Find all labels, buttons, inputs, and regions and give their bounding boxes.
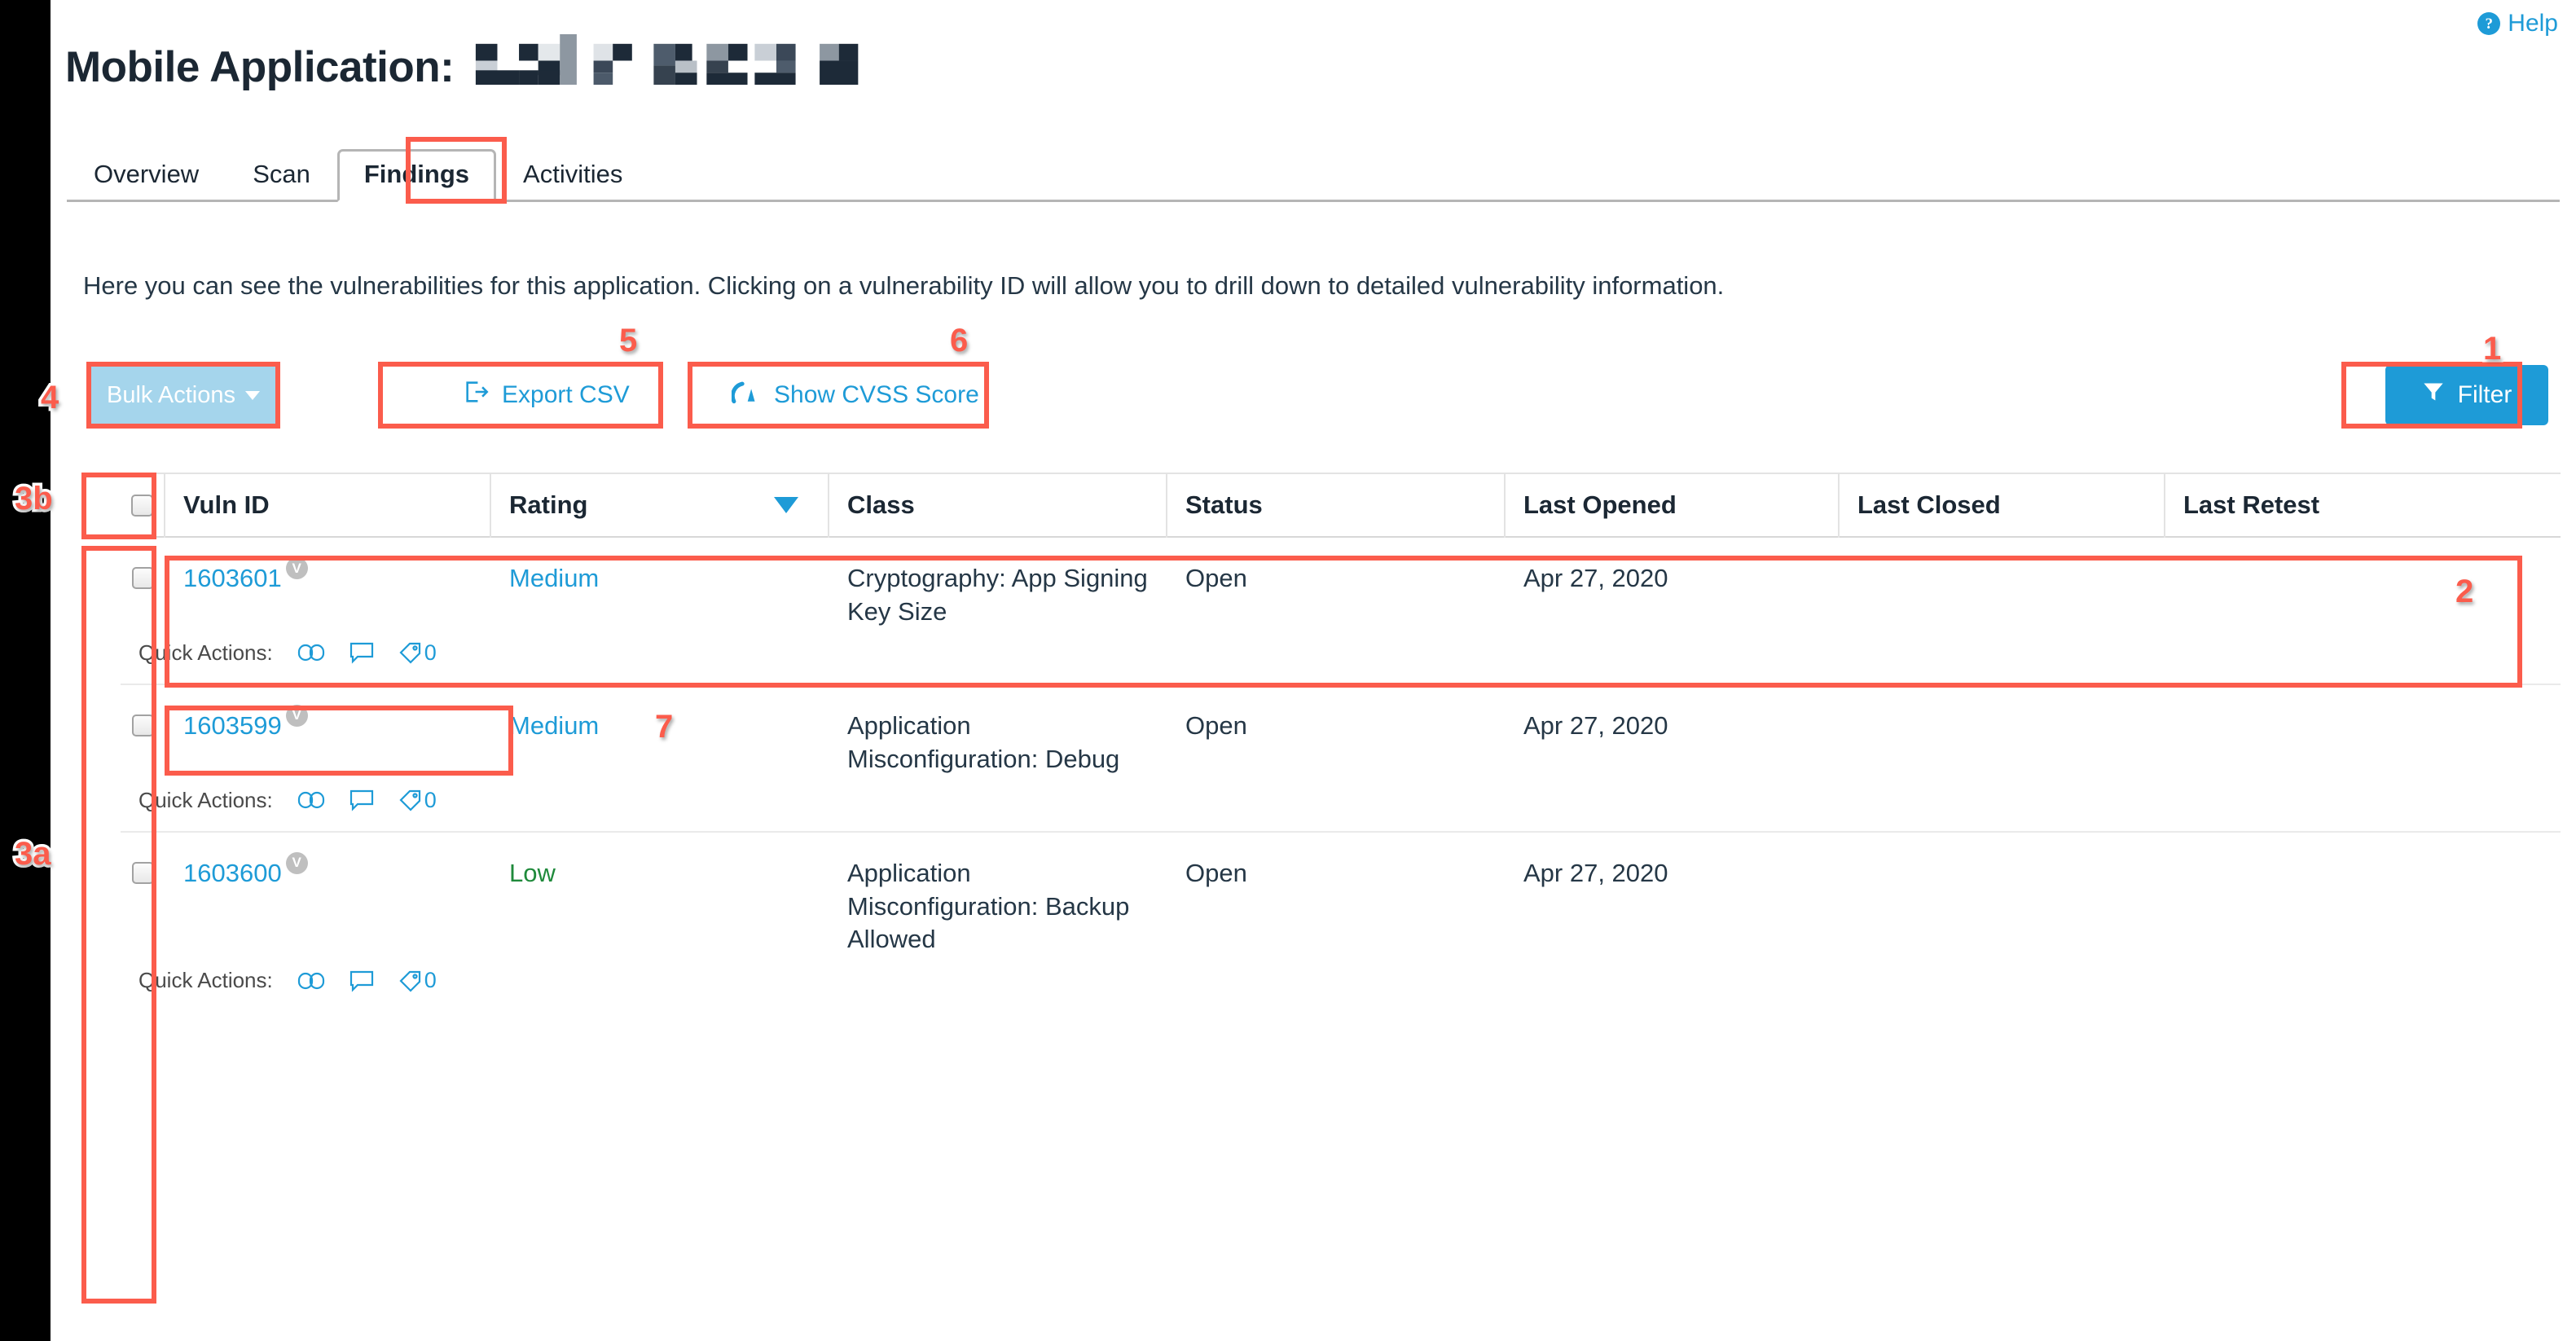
cell-class: Application Misconfiguration: Debug — [847, 710, 1120, 773]
comment-icon[interactable] — [349, 641, 374, 664]
question-circle-icon: ? — [2477, 12, 2501, 35]
filter-label: Filter — [2457, 381, 2512, 408]
quick-actions-label: Quick Actions: — [138, 640, 273, 665]
select-all-checkbox[interactable] — [131, 494, 153, 517]
tab-findings[interactable]: Findings — [336, 149, 497, 202]
cell-class: Cryptography: App Signing Key Size — [847, 564, 1148, 626]
bulk-actions-label: Bulk Actions — [107, 381, 235, 408]
tag-icon[interactable]: 0 — [398, 640, 437, 666]
cell-rating: Medium — [509, 564, 600, 592]
cell-last-closed — [1840, 538, 2165, 629]
export-csv-label: Export CSV — [502, 381, 630, 408]
tab-scan[interactable]: Scan — [226, 149, 337, 202]
table-header-row: Vuln ID Rating Class Status Last Opened … — [121, 473, 2561, 538]
vuln-id-link[interactable]: 1603600 — [183, 859, 282, 887]
cell-last-closed — [1840, 833, 2165, 957]
export-csv-button[interactable]: Export CSV — [458, 365, 635, 425]
export-icon — [463, 378, 490, 412]
page-title: Mobile Application: — [65, 31, 881, 92]
tag-icon[interactable]: 0 — [398, 968, 437, 993]
cell-last-opened: Apr 27, 2020 — [1523, 564, 1668, 592]
quick-actions-row: Quick Actions: 0 — [121, 776, 2561, 831]
cell-status: Open — [1185, 564, 1247, 592]
tab-overview[interactable]: Overview — [67, 149, 226, 202]
cell-class: Application Misconfiguration: Backup All… — [847, 858, 1130, 954]
findings-table: Vuln ID Rating Class Status Last Opened … — [121, 473, 2561, 1011]
filter-button[interactable]: Filter — [2385, 365, 2548, 425]
annotation-marker-3b: 3b — [12, 480, 56, 518]
link-icon[interactable] — [297, 970, 325, 991]
annotation-marker-6: 6 — [947, 322, 970, 360]
show-cvss-score-button[interactable]: Show CVSS Score — [727, 365, 984, 425]
caret-down-icon — [244, 390, 260, 400]
redacted-application-name — [465, 34, 881, 85]
tag-count: 0 — [424, 787, 437, 812]
speedometer-icon — [730, 378, 763, 412]
sort-descending-icon — [774, 497, 798, 513]
vuln-id-link[interactable]: 1603601 — [183, 564, 282, 592]
help-link[interactable]: ? Help — [2477, 11, 2558, 36]
link-icon[interactable] — [297, 642, 325, 663]
row-checkbox[interactable] — [132, 567, 154, 589]
tag-count: 0 — [424, 640, 437, 665]
column-header-vuln-id[interactable]: Vuln ID — [165, 473, 491, 538]
column-header-class[interactable]: Class — [829, 473, 1167, 538]
quick-actions-row: Quick Actions: 0 — [121, 629, 2561, 684]
row-checkbox-cell — [121, 833, 165, 957]
table-row: 1603601 V Medium Cryptography: App Signin… — [121, 538, 2561, 685]
verified-badge-icon: V — [285, 852, 308, 875]
cell-status: Open — [1185, 710, 1247, 740]
bulk-actions-button[interactable]: Bulk Actions — [90, 365, 277, 425]
row-checkbox[interactable] — [132, 714, 154, 736]
column-header-last-opened[interactable]: Last Opened — [1506, 473, 1840, 538]
column-header-last-closed[interactable]: Last Closed — [1840, 473, 2165, 538]
cell-last-retest — [2165, 538, 2561, 629]
tab-activities[interactable]: Activities — [496, 149, 649, 202]
cell-rating: Low — [509, 858, 556, 887]
tag-icon[interactable]: 0 — [398, 788, 437, 813]
link-icon[interactable] — [297, 789, 325, 811]
cell-vuln-id: 1603599 V — [165, 685, 491, 776]
column-header-status[interactable]: Status — [1167, 473, 1506, 538]
page-description: Here you can see the vulnerabilities for… — [83, 271, 1725, 300]
select-all-checkbox-cell — [121, 473, 165, 538]
vuln-id-link[interactable]: 1603599 — [183, 711, 282, 740]
tab-bar: Overview Scan Findings Activities — [67, 140, 2560, 202]
table-row: 1603599 V Medium Application Misconfigura… — [121, 685, 2561, 833]
cell-last-closed — [1840, 685, 2165, 776]
annotation-marker-5: 5 — [616, 322, 640, 360]
table-row: 1603600 V Low Application Misconfiguratio… — [121, 833, 2561, 1012]
cell-vuln-id: 1603601 V — [165, 538, 491, 629]
cell-vuln-id: 1603600 V — [165, 833, 491, 957]
quick-actions-label: Quick Actions: — [138, 787, 273, 812]
tag-count: 0 — [424, 968, 437, 993]
findings-toolbar: Bulk Actions Export CSV Show CVSS Score — [51, 358, 2576, 432]
cell-last-opened: Apr 27, 2020 — [1523, 710, 1668, 740]
row-checkbox[interactable] — [132, 861, 154, 884]
verified-badge-icon: V — [285, 705, 308, 728]
cell-last-retest — [2165, 685, 2561, 776]
cell-status: Open — [1185, 858, 1247, 887]
cell-last-opened: Apr 27, 2020 — [1523, 858, 1668, 887]
column-header-last-retest[interactable]: Last Retest — [2165, 473, 2561, 538]
funnel-icon — [2422, 380, 2445, 410]
annotation-marker-3a: 3a — [12, 835, 54, 873]
comment-icon[interactable] — [349, 789, 374, 811]
quick-actions-row: Quick Actions: 0 — [121, 956, 2561, 1011]
cell-last-retest — [2165, 833, 2561, 957]
quick-actions-label: Quick Actions: — [138, 968, 273, 993]
column-header-rating[interactable]: Rating — [491, 473, 829, 538]
page-title-prefix: Mobile Application: — [65, 43, 455, 91]
cell-rating: Medium — [509, 710, 600, 740]
row-checkbox-cell — [121, 685, 165, 776]
show-cvss-label: Show CVSS Score — [774, 381, 979, 408]
comment-icon[interactable] — [349, 969, 374, 992]
row-checkbox-cell — [121, 538, 165, 629]
column-header-rating-label: Rating — [509, 490, 588, 519]
verified-badge-icon: V — [285, 557, 308, 580]
findings-page: ? Help Mobile Application: Overview Scan… — [12, 0, 2576, 1341]
help-label: Help — [2508, 10, 2558, 37]
